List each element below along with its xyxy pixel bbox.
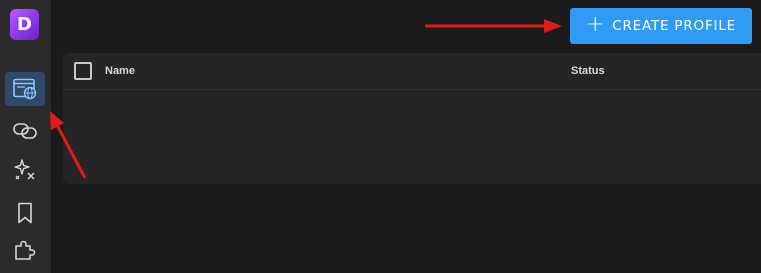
sidebar-item-automation[interactable] bbox=[5, 153, 45, 187]
browser-globe-icon bbox=[13, 78, 37, 100]
column-header-status[interactable]: Status bbox=[571, 65, 605, 77]
table-body-empty bbox=[63, 91, 761, 184]
puzzle-icon bbox=[15, 240, 36, 260]
select-all-checkbox[interactable] bbox=[74, 62, 92, 80]
create-profile-button[interactable]: + CREATE PROFILE bbox=[570, 8, 752, 44]
app-logo[interactable]: D bbox=[10, 9, 39, 40]
profiles-table: Name Status bbox=[63, 53, 761, 184]
column-header-name[interactable]: Name bbox=[105, 65, 135, 77]
sidebar-item-proxies[interactable] bbox=[5, 114, 45, 148]
sidebar-item-extensions[interactable] bbox=[5, 232, 45, 266]
sidebar: D bbox=[0, 0, 52, 273]
logo-letter: D bbox=[17, 13, 32, 35]
sidebar-item-profiles[interactable] bbox=[5, 72, 45, 106]
link-icon bbox=[13, 123, 37, 139]
plus-icon: + bbox=[586, 12, 606, 37]
sparkle-icon bbox=[14, 159, 35, 180]
table-header: Name Status bbox=[63, 53, 761, 90]
bookmark-icon bbox=[18, 202, 32, 224]
sidebar-item-bookmarks[interactable] bbox=[5, 196, 45, 230]
create-profile-label: CREATE PROFILE bbox=[612, 18, 736, 34]
